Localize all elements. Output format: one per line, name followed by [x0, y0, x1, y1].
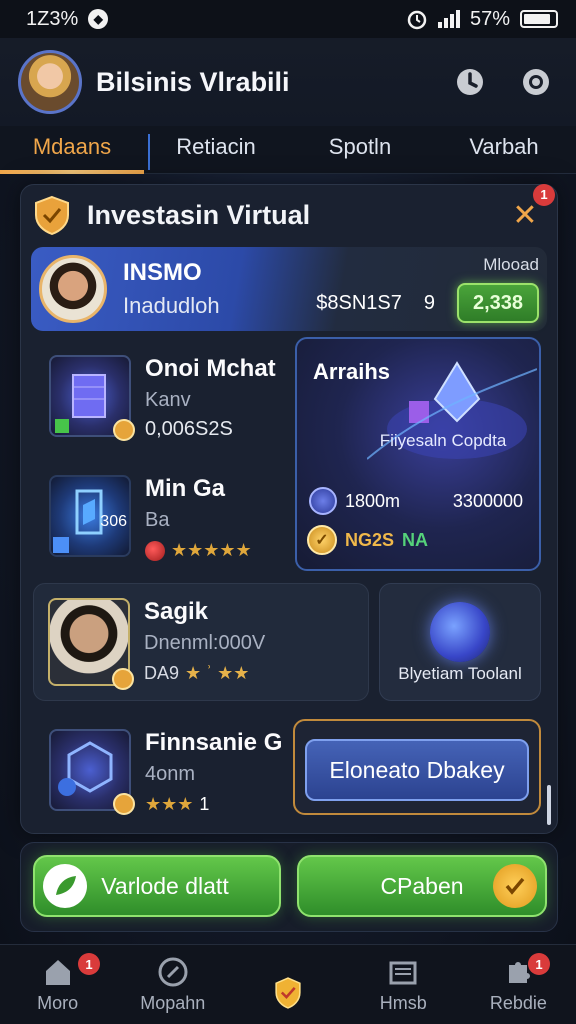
- panel-title: Investasin Virtual: [87, 199, 311, 230]
- right-action-label: CPaben: [380, 872, 464, 899]
- left-action-button[interactable]: Varlode dlatt: [33, 855, 281, 917]
- alert-icon: [145, 540, 165, 561]
- item-count: 1: [199, 794, 210, 814]
- person-rating-label: DA9: [144, 663, 180, 683]
- signal-icon: [437, 10, 460, 28]
- profile-amount: $8SN1S7: [316, 291, 402, 314]
- check-icon: [493, 864, 537, 908]
- inbox-icon: [389, 961, 417, 985]
- home-icon: [45, 960, 70, 985]
- profile-value-badge[interactable]: 2,338: [457, 283, 539, 323]
- status-time: 1Z3%: [26, 7, 79, 30]
- app-title: Bilsinis Vlrabili: [96, 66, 290, 97]
- gauge-icon: [309, 487, 337, 515]
- shield-check-icon: [275, 977, 301, 1009]
- star-rating: ★★★★★: [171, 540, 252, 560]
- gear-icon: [523, 69, 549, 95]
- nav-map[interactable]: Mopahn: [115, 945, 230, 1024]
- action-bar: Varlode dlatt CPaben: [20, 842, 558, 932]
- tab-bar: Mdaans Retiacin Spotln Varbah: [0, 126, 576, 174]
- check-coin-icon: ✓: [307, 525, 337, 555]
- battery-percent: 57%: [469, 7, 510, 30]
- tab-spotln[interactable]: Spotln: [288, 126, 432, 173]
- investment-panel: Investasin Virtual ✕ 1 INSMO Inadudloh M…: [20, 183, 558, 834]
- panel-header: Investasin Virtual ✕ 1: [21, 183, 557, 245]
- star-rating: ★★★: [145, 794, 194, 814]
- list-item-onoi[interactable]: Onoi Mchat Kanv 0,006S2S: [49, 355, 276, 441]
- nav-center[interactable]: [230, 945, 345, 1024]
- profile-label: Mlooad: [483, 255, 539, 274]
- feature-right-value: 3300000: [452, 490, 523, 511]
- user-avatar[interactable]: [18, 50, 82, 114]
- item-name: Min Ga: [145, 475, 226, 502]
- cta-button[interactable]: Elonеato Dbakey: [305, 739, 529, 801]
- item-value: 0,006S2S: [145, 418, 233, 440]
- item-extra: 306: [100, 513, 127, 530]
- status-bar: 1Z3% ◆ 57%: [0, 0, 576, 38]
- server-icon: [49, 355, 135, 441]
- tool-card[interactable]: Blyetiam Toolanl: [379, 583, 541, 701]
- nav-label: Mopahn: [140, 993, 206, 1013]
- nav-inbox[interactable]: Hmsb: [346, 945, 461, 1024]
- app-header: Bilsinis Vlrabili: [0, 38, 576, 126]
- bottom-nav: Moro 1 Mopahn Hmsb Rebdie 1: [0, 944, 576, 1024]
- nav-label: Rebdie: [489, 993, 547, 1013]
- profile-count: 9: [423, 291, 435, 314]
- tab-retiacin[interactable]: Retiacin: [144, 126, 288, 173]
- feature-left-value: 1800m: [345, 490, 401, 511]
- tool-caption: Blyetiam Toolanl: [398, 664, 522, 683]
- history-button[interactable]: [448, 60, 492, 104]
- feature-card[interactable]: Arraihs Fiiyesaln Copdta 1800m 3300000 ✓…: [295, 337, 541, 571]
- nav-label: Moro: [37, 993, 79, 1013]
- leaf-icon: [43, 864, 87, 908]
- nav-home[interactable]: Moro 1: [0, 945, 115, 1024]
- nav-badge: 1: [78, 953, 100, 975]
- profile-avatar: [39, 255, 107, 323]
- feature-caption: Fiiyesaln Copdta: [379, 431, 507, 450]
- globe-icon: [430, 602, 490, 662]
- nav-profile[interactable]: Rebdie 1: [461, 945, 576, 1024]
- shield-icon: [35, 195, 69, 235]
- profile-name: INSMO: [123, 259, 202, 286]
- item-sub: Kanv: [145, 389, 191, 411]
- right-action-button[interactable]: CPaben: [297, 855, 547, 917]
- feature-status-ok: NA: [402, 529, 429, 550]
- tab-divider: [148, 134, 150, 170]
- hex-shield-icon: [49, 729, 135, 815]
- tab-varbah[interactable]: Varbah: [432, 126, 576, 173]
- profile-card[interactable]: INSMO Inadudloh Mlooad $8SN1S7 9 2,338: [31, 247, 547, 331]
- scrollbar[interactable]: [547, 245, 551, 825]
- star-rating: ★ ʾ ★★: [185, 663, 250, 683]
- person-photo: [48, 598, 134, 690]
- item-sub: Ba: [145, 509, 170, 531]
- notification-icon: ◆: [88, 9, 109, 29]
- tab-mdaans[interactable]: Mdaans: [0, 126, 144, 174]
- list-item-finnsanie[interactable]: Finnsanie G 4onm ★★★ 1: [33, 715, 283, 825]
- settings-button[interactable]: [514, 60, 558, 104]
- feature-status-label: NG2S: [345, 529, 395, 550]
- item-name: Finnsanie G: [145, 729, 283, 756]
- person-card[interactable]: Sagik Dnenml:000V DA9 ★ ʾ ★★: [33, 583, 369, 701]
- compass-icon: [158, 957, 188, 987]
- left-action-label: Varlode dlatt: [101, 872, 229, 899]
- history-icon: [457, 69, 483, 95]
- alarm-icon: [407, 10, 427, 30]
- close-icon: ✕: [512, 198, 538, 232]
- nav-badge: 1: [528, 953, 551, 975]
- item-sub: 4onm: [145, 763, 196, 785]
- item-name: Onoi Mchat: [145, 355, 276, 382]
- crystal-icon: [367, 361, 537, 460]
- close-badge: 1: [533, 183, 555, 206]
- cta-container: Elonеato Dbakey: [293, 719, 541, 815]
- person-sub: Dnenml:000V: [144, 632, 266, 654]
- list-item-min-ga[interactable]: 306 Min Ga Ba ★★★★★: [49, 475, 252, 561]
- nav-label: Hmsb: [379, 993, 427, 1013]
- person-name: Sagik: [144, 598, 209, 625]
- close-button[interactable]: ✕ 1: [505, 183, 555, 233]
- battery-icon: [520, 10, 558, 28]
- crystal-card-icon: 306: [49, 475, 131, 557]
- profile-subtitle: Inadudloh: [123, 293, 220, 318]
